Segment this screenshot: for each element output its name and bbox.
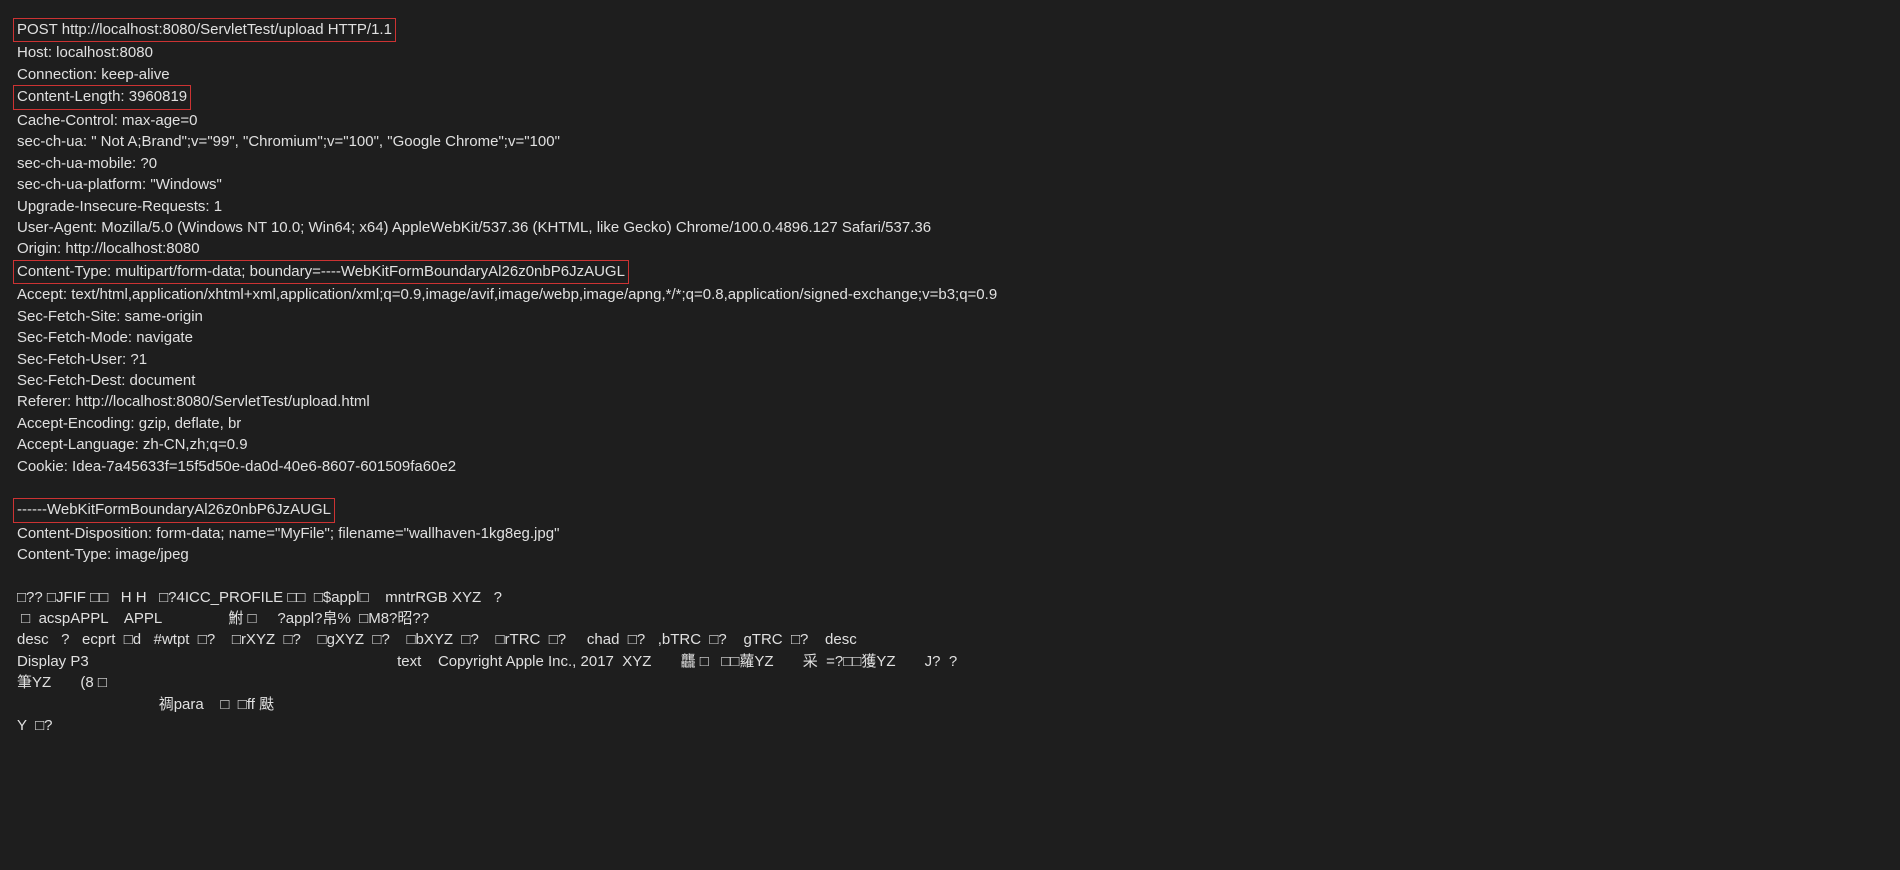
http-header: Sec-Fetch-Site: same-origin bbox=[17, 306, 1883, 327]
http-header: Accept-Language: zh-CN,zh;q=0.9 bbox=[17, 434, 1883, 455]
http-header-content-length: Content-Length: 3960819 bbox=[17, 85, 1883, 109]
binary-data: 禂para □ □ff 颫 bbox=[17, 694, 1883, 715]
http-header: Cookie: Idea-7a45633f=15f5d50e-da0d-40e6… bbox=[17, 456, 1883, 477]
http-header: Accept-Encoding: gzip, deflate, br bbox=[17, 413, 1883, 434]
http-header: sec-ch-ua-mobile: ?0 bbox=[17, 153, 1883, 174]
http-header: Sec-Fetch-User: ?1 bbox=[17, 349, 1883, 370]
binary-data: □ acspAPPL APPL 鮒 □ ?appl?帛% □M8?昭?? bbox=[17, 608, 1883, 629]
multipart-disposition: Content-Disposition: form-data; name="My… bbox=[17, 523, 1883, 544]
blank-line bbox=[17, 566, 1883, 587]
multipart-content-type: Content-Type: image/jpeg bbox=[17, 544, 1883, 565]
http-header: sec-ch-ua: " Not A;Brand";v="99", "Chrom… bbox=[17, 131, 1883, 152]
http-header: Upgrade-Insecure-Requests: 1 bbox=[17, 196, 1883, 217]
binary-data: Y □? bbox=[17, 715, 1883, 736]
http-header: Sec-Fetch-Dest: document bbox=[17, 370, 1883, 391]
http-header-content-type: Content-Type: multipart/form-data; bound… bbox=[17, 260, 1883, 284]
binary-data: 筆YZ (8 □ bbox=[17, 672, 1883, 693]
http-header: Origin: http://localhost:8080 bbox=[17, 238, 1883, 259]
binary-data: desc ? ecprt □d #wtpt □? □rXYZ □? □gXYZ … bbox=[17, 629, 1883, 650]
binary-data: Display P3 text Copyright Apple Inc., 20… bbox=[17, 651, 1883, 672]
http-header: User-Agent: Mozilla/5.0 (Windows NT 10.0… bbox=[17, 217, 1883, 238]
http-request-line: POST http://localhost:8080/ServletTest/u… bbox=[17, 18, 1883, 42]
http-header: Connection: keep-alive bbox=[17, 64, 1883, 85]
multipart-boundary: ------WebKitFormBoundaryAl26z0nbP6JzAUGL bbox=[17, 498, 1883, 522]
http-header: Sec-Fetch-Mode: navigate bbox=[17, 327, 1883, 348]
http-header: Referer: http://localhost:8080/ServletTe… bbox=[17, 391, 1883, 412]
http-header: Accept: text/html,application/xhtml+xml,… bbox=[17, 284, 1883, 305]
http-header: Host: localhost:8080 bbox=[17, 42, 1883, 63]
binary-data: □?? □JFIF □□ H H □?4ICC_PROFILE □□ □$app… bbox=[17, 587, 1883, 608]
http-header: Cache-Control: max-age=0 bbox=[17, 110, 1883, 131]
http-header: sec-ch-ua-platform: "Windows" bbox=[17, 174, 1883, 195]
blank-line bbox=[17, 477, 1883, 498]
